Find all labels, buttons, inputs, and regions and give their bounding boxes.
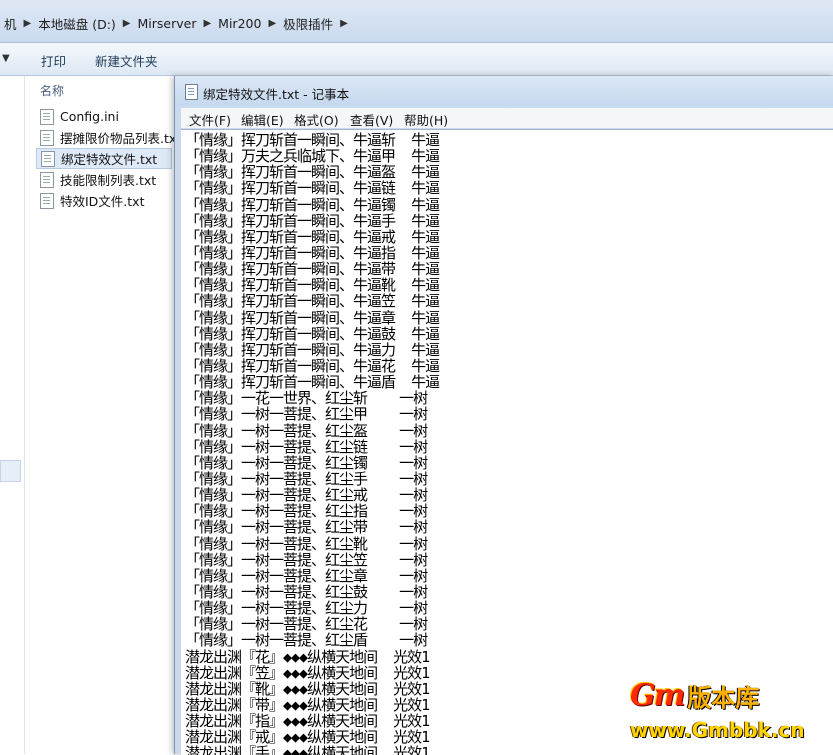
file-name: 绑定特效文件.txt <box>61 152 158 167</box>
file-item[interactable]: 摆摊限价物品列表.txt <box>36 127 181 148</box>
menu-edit[interactable]: 编辑(E) <box>241 110 284 129</box>
breadcrumb-separator-icon[interactable]: ▶ <box>21 18 35 29</box>
text-file-icon <box>40 129 54 146</box>
watermark-gm-text: Gm <box>630 678 685 713</box>
address-bar[interactable]: 机 ▶ 本地磁盘 (D:) ▶ Mirserver ▶ Mir200 ▶ 极限插件 ▶ <box>0 0 833 43</box>
text-line: 「情缘」一树一菩提、红尘笠 一树 <box>185 550 428 569</box>
text-line: 「情缘」挥刀斩首一瞬间、牛逼章 牛逼 <box>185 308 440 327</box>
text-file-icon <box>41 150 55 167</box>
text-line: 潜龙出渊『笠』◆◆◆纵横天地间 光效1 <box>185 663 430 682</box>
breadcrumb-item[interactable]: Mirserver <box>134 16 201 31</box>
text-line: 潜龙出渊『戒』◆◆◆纵横天地间 光效1 <box>185 728 430 747</box>
text-file-icon <box>40 108 54 125</box>
text-content: 「情缘」挥刀斩首一瞬间、牛逼斩 牛逼 「情缘」万夫之兵临城下、牛逼甲 牛逼 「情缘」… <box>185 131 440 755</box>
text-line: 「情缘」一花一世界、红尘斩 一树 <box>185 389 428 408</box>
file-item[interactable]: 技能限制列表.txt <box>36 169 172 190</box>
new-folder-button[interactable]: 新建文件夹 <box>95 51 158 70</box>
menu-help[interactable]: 帮助(H) <box>404 110 448 129</box>
notepad-title-bar[interactable]: 绑定特效文件.txt - 记事本 <box>175 76 833 106</box>
text-file-icon <box>40 192 54 209</box>
text-line: 「情缘」一树一菩提、红尘指 一树 <box>185 502 428 521</box>
text-line: 「情缘」一树一菩提、红尘章 一树 <box>185 566 428 585</box>
window-title: 绑定特效文件.txt - 记事本 <box>203 87 350 102</box>
text-line: 「情缘」一树一菩提、红尘力 一树 <box>185 599 428 618</box>
text-line: 「情缘」挥刀斩首一瞬间、牛逼指 牛逼 <box>185 243 440 262</box>
print-button[interactable]: 打印 <box>41 51 66 70</box>
file-name: Config.ini <box>60 109 119 124</box>
text-line: 「情缘」挥刀斩首一瞬间、牛逼笠 牛逼 <box>185 292 440 311</box>
text-editor[interactable]: 「情缘」挥刀斩首一瞬间、牛逼斩 牛逼 「情缘」万夫之兵临城下、牛逼甲 牛逼 「情缘」… <box>181 129 833 755</box>
text-line: 「情缘」一树一菩提、红尘带 一树 <box>185 518 428 537</box>
text-line: 「情缘」挥刀斩首一瞬间、牛逼链 牛逼 <box>185 179 440 198</box>
text-line: 潜龙出渊『带』◆◆◆纵横天地间 光效1 <box>185 695 430 714</box>
text-line: 「情缘」挥刀斩首一瞬间、牛逼斩 牛逼 <box>185 131 440 149</box>
menu-format[interactable]: 格式(O) <box>294 110 339 129</box>
chevron-down-icon[interactable]: ▼ <box>2 53 10 64</box>
text-line: 「情缘」一树一菩提、红尘甲 一树 <box>185 405 428 424</box>
breadcrumb-item[interactable]: 极限插件 <box>279 14 337 33</box>
breadcrumb-separator-icon[interactable]: ▶ <box>337 18 351 29</box>
menu-view[interactable]: 查看(V) <box>350 110 393 129</box>
file-list: Config.ini 摆摊限价物品列表.txt 绑定特效文件.txt 技能限制列表.t… <box>36 106 181 211</box>
text-line: 「情缘」一树一菩提、红尘花 一树 <box>185 615 428 634</box>
watermark-site-name: 版本库 <box>687 684 760 712</box>
text-line: 「情缘」一树一菩提、红尘靴 一树 <box>185 534 428 553</box>
text-line: 潜龙出渊『靴』◆◆◆纵横天地间 光效1 <box>185 679 430 698</box>
text-line: 「情缘」挥刀斩首一瞬间、牛逼戒 牛逼 <box>185 227 440 246</box>
column-header-name[interactable]: 名称 <box>40 82 64 99</box>
text-line: 「情缘」挥刀斩首一瞬间、牛逼带 牛逼 <box>185 260 440 279</box>
text-line: 「情缘」挥刀斩首一瞬间、牛逼手 牛逼 <box>185 211 440 230</box>
file-name: 技能限制列表.txt <box>60 173 157 188</box>
text-file-icon <box>40 171 54 188</box>
text-line: 「情缘」一树一菩提、红尘镯 一树 <box>185 453 428 472</box>
navigation-pane[interactable] <box>0 76 25 754</box>
text-line: 「情缘」挥刀斩首一瞬间、牛逼花 牛逼 <box>185 356 440 375</box>
breadcrumb-item[interactable]: 本地磁盘 (D:) <box>34 14 120 33</box>
text-line: 潜龙出渊『花』◆◆◆纵横天地间 光效1 <box>185 647 430 666</box>
text-line: 「情缘」挥刀斩首一瞬间、牛逼力 牛逼 <box>185 340 440 359</box>
watermark-logo: Gm 版本库 www.Gmbbk.cn <box>622 672 833 754</box>
text-line: 「情缘」一树一菩提、红尘鼓 一树 <box>185 582 428 601</box>
text-line: 「情缘」一树一菩提、红尘盾 一树 <box>185 631 428 650</box>
breadcrumb-separator-icon[interactable]: ▶ <box>265 18 279 29</box>
text-line: 潜龙出渊『指』◆◆◆纵横天地间 光效1 <box>185 712 430 731</box>
text-line: 「情缘」一树一菩提、红尘盔 一树 <box>185 421 428 440</box>
watermark-url: www.Gmbbk.cn <box>630 718 805 742</box>
breadcrumb-separator-icon[interactable]: ▶ <box>120 18 134 29</box>
file-item[interactable]: Config.ini <box>36 106 172 127</box>
text-line: 「情缘」一树一菩提、红尘戒 一树 <box>185 486 428 505</box>
file-name: 特效ID文件.txt <box>60 194 145 209</box>
text-line: 「情缘」挥刀斩首一瞬间、牛逼镯 牛逼 <box>185 195 440 214</box>
breadcrumb-separator-icon[interactable]: ▶ <box>200 18 214 29</box>
file-name: 摆摊限价物品列表.txt <box>60 131 182 146</box>
text-line: 「情缘」万夫之兵临城下、牛逼甲 牛逼 <box>185 147 440 166</box>
menu-file[interactable]: 文件(F) <box>189 110 231 129</box>
breadcrumb: 机 ▶ 本地磁盘 (D:) ▶ Mirserver ▶ Mir200 ▶ 极限插件 ▶ <box>0 12 351 34</box>
menu-bar: 文件(F) 编辑(E) 格式(O) 查看(V) 帮助(H) <box>181 108 833 128</box>
notepad-window: 绑定特效文件.txt - 记事本 文件(F) 编辑(E) 格式(O) 查看(V)… <box>174 76 833 755</box>
explorer-toolbar: ▼ 打印 新建文件夹 <box>0 43 833 76</box>
text-line: 「情缘」一树一菩提、红尘链 一树 <box>185 437 428 456</box>
text-line: 「情缘」一树一菩提、红尘手 一树 <box>185 469 428 488</box>
file-item[interactable]: 绑定特效文件.txt <box>36 148 172 169</box>
text-line: 「情缘」挥刀斩首一瞬间、牛逼靴 牛逼 <box>185 276 440 295</box>
breadcrumb-item[interactable]: Mir200 <box>214 16 265 31</box>
breadcrumb-item[interactable]: 机 <box>0 14 21 33</box>
text-line: 「情缘」挥刀斩首一瞬间、牛逼鼓 牛逼 <box>185 324 440 343</box>
file-item[interactable]: 特效ID文件.txt <box>36 190 172 211</box>
text-line: 「情缘」挥刀斩首一瞬间、牛逼盔 牛逼 <box>185 163 440 182</box>
text-line: 「情缘」挥刀斩首一瞬间、牛逼盾 牛逼 <box>185 373 440 392</box>
notepad-icon <box>185 84 198 100</box>
nav-selected-item[interactable] <box>0 460 21 482</box>
